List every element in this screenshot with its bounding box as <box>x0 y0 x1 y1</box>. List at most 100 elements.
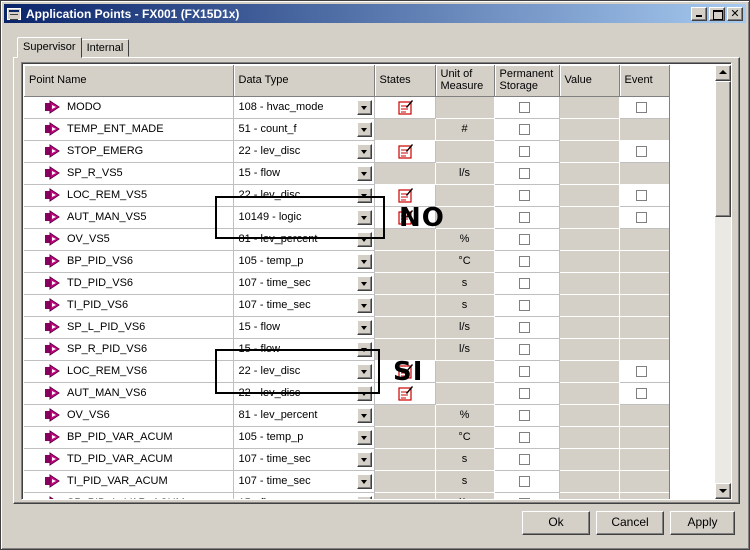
event-checkbox[interactable] <box>635 145 647 157</box>
data-type-cell[interactable]: 107 - time_sec <box>233 272 375 295</box>
event-checkbox[interactable] <box>635 189 647 201</box>
column-header-point-name[interactable]: Point Name <box>24 65 234 97</box>
states-cell[interactable] <box>374 96 436 119</box>
table-row[interactable]: BP_PID_VS6 105 - temp_p °C <box>24 250 670 273</box>
states-icon[interactable] <box>397 99 414 115</box>
point-name-cell[interactable]: BP_PID_VS6 <box>24 250 234 273</box>
event-checkbox[interactable] <box>635 365 647 377</box>
permanent-storage-checkbox[interactable] <box>518 189 530 201</box>
table-row[interactable]: MODO 108 - hvac_mode <box>24 96 670 119</box>
point-name-cell[interactable]: SP_R_VS5 <box>24 162 234 185</box>
permanent-storage-checkbox[interactable] <box>518 475 530 487</box>
data-type-dropdown-button[interactable] <box>356 143 372 159</box>
cancel-button[interactable]: Cancel <box>596 511 664 535</box>
permanent-storage-checkbox[interactable] <box>518 255 530 267</box>
point-name-cell[interactable]: OV_VS5 <box>24 228 234 251</box>
permanent-storage-checkbox[interactable] <box>518 387 530 399</box>
apply-button[interactable]: Apply <box>670 511 735 535</box>
data-type-cell[interactable]: 15 - flow <box>233 338 375 361</box>
data-type-cell[interactable]: 51 - count_f <box>233 118 375 141</box>
data-type-cell[interactable]: 15 - flow <box>233 316 375 339</box>
permanent-storage-checkbox[interactable] <box>518 277 530 289</box>
data-type-dropdown-button[interactable] <box>356 451 372 467</box>
data-type-cell[interactable]: 22 - lev_disc <box>233 360 375 383</box>
point-name-cell[interactable]: TD_PID_VS6 <box>24 272 234 295</box>
permanent-storage-checkbox[interactable] <box>518 167 530 179</box>
states-icon[interactable] <box>397 143 414 159</box>
data-type-dropdown-button[interactable] <box>356 429 372 445</box>
table-row[interactable]: STOP_EMERG 22 - lev_disc <box>24 140 670 163</box>
column-header-data-type[interactable]: Data Type <box>233 65 375 97</box>
permanent-storage-checkbox[interactable] <box>518 409 530 421</box>
permanent-storage-checkbox[interactable] <box>518 453 530 465</box>
data-type-cell[interactable]: 22 - lev_disc <box>233 184 375 207</box>
column-header-value[interactable]: Value <box>559 65 620 97</box>
point-name-cell[interactable]: TEMP_ENT_MADE <box>24 118 234 141</box>
states-icon[interactable] <box>397 187 414 203</box>
point-name-cell[interactable]: MODO <box>24 96 234 119</box>
data-type-cell[interactable]: 81 - lev_percent <box>233 228 375 251</box>
permanent-storage-checkbox[interactable] <box>518 101 530 113</box>
data-type-dropdown-button[interactable] <box>356 121 372 137</box>
point-name-cell[interactable]: BP_PID_VAR_ACUM <box>24 426 234 449</box>
data-type-dropdown-button[interactable] <box>356 275 372 291</box>
tab-supervisor[interactable]: Supervisor <box>17 37 82 58</box>
maximize-button[interactable] <box>709 6 725 21</box>
data-type-cell[interactable]: 15 - flow <box>233 162 375 185</box>
data-type-dropdown-button[interactable] <box>356 473 372 489</box>
data-type-dropdown-button[interactable] <box>356 495 372 499</box>
data-type-cell[interactable]: 107 - time_sec <box>233 448 375 471</box>
data-type-dropdown-button[interactable] <box>356 187 372 203</box>
permanent-storage-checkbox[interactable] <box>518 299 530 311</box>
event-checkbox[interactable] <box>635 211 647 223</box>
table-row[interactable]: TEMP_ENT_MADE 51 - count_f # <box>24 118 670 141</box>
data-type-cell[interactable]: 105 - temp_p <box>233 250 375 273</box>
point-name-cell[interactable]: LOC_REM_VS5 <box>24 184 234 207</box>
data-type-dropdown-button[interactable] <box>356 209 372 225</box>
data-type-dropdown-button[interactable] <box>356 231 372 247</box>
ok-button[interactable]: Ok <box>522 511 590 535</box>
data-type-dropdown-button[interactable] <box>356 385 372 401</box>
data-type-dropdown-button[interactable] <box>356 99 372 115</box>
column-header-unit-of-measure[interactable]: Unit of Measure <box>435 65 495 97</box>
table-row[interactable]: SP_PID_L_VAR_ACUM 15 - flow l/s <box>24 492 670 499</box>
table-row[interactable]: LOC_REM_VS6 22 - lev_disc <box>24 360 670 383</box>
data-type-dropdown-button[interactable] <box>356 363 372 379</box>
close-button[interactable]: ✕ <box>727 6 743 21</box>
data-type-cell[interactable]: 15 - flow <box>233 492 375 499</box>
scroll-down-button[interactable] <box>715 483 731 499</box>
data-type-dropdown-button[interactable] <box>356 253 372 269</box>
table-row[interactable]: TI_PID_VS6 107 - time_sec s <box>24 294 670 317</box>
scroll-thumb[interactable] <box>715 81 731 217</box>
states-icon[interactable] <box>397 385 414 401</box>
permanent-storage-checkbox[interactable] <box>518 343 530 355</box>
table-row[interactable]: TD_PID_VAR_ACUM 107 - time_sec s <box>24 448 670 471</box>
data-type-cell[interactable]: 107 - time_sec <box>233 470 375 493</box>
data-type-cell[interactable]: 22 - lev_disc <box>233 140 375 163</box>
data-type-cell[interactable]: 105 - temp_p <box>233 426 375 449</box>
point-name-cell[interactable]: SP_PID_L_VAR_ACUM <box>24 492 234 499</box>
tab-internal[interactable]: Internal <box>80 39 130 57</box>
point-name-cell[interactable]: LOC_REM_VS6 <box>24 360 234 383</box>
table-row[interactable]: AUT_MAN_VS5 10149 - logic <box>24 206 670 229</box>
data-type-cell[interactable]: 10149 - logic <box>233 206 375 229</box>
column-header-event[interactable]: Event <box>619 65 670 97</box>
column-header-permanent-storage[interactable]: Permanent Storage <box>494 65 560 97</box>
table-row[interactable]: BP_PID_VAR_ACUM 105 - temp_p °C <box>24 426 670 449</box>
data-type-cell[interactable]: 108 - hvac_mode <box>233 96 375 119</box>
permanent-storage-checkbox[interactable] <box>518 123 530 135</box>
point-name-cell[interactable]: TD_PID_VAR_ACUM <box>24 448 234 471</box>
table-row[interactable]: OV_VS6 81 - lev_percent% <box>24 404 670 427</box>
scroll-up-button[interactable] <box>715 65 731 81</box>
table-row[interactable]: OV_VS5 81 - lev_percent% <box>24 228 670 251</box>
data-type-cell[interactable]: 81 - lev_percent <box>233 404 375 427</box>
permanent-storage-checkbox[interactable] <box>518 321 530 333</box>
data-type-cell[interactable]: 107 - time_sec <box>233 294 375 317</box>
data-type-cell[interactable]: 22 - lev_disc <box>233 382 375 405</box>
table-row[interactable]: SP_L_PID_VS6 15 - flow l/s <box>24 316 670 339</box>
table-row[interactable]: TI_PID_VAR_ACUM 107 - time_sec s <box>24 470 670 493</box>
minimize-button[interactable] <box>691 6 707 21</box>
point-name-cell[interactable]: OV_VS6 <box>24 404 234 427</box>
states-cell[interactable] <box>374 140 436 163</box>
point-name-cell[interactable]: SP_L_PID_VS6 <box>24 316 234 339</box>
